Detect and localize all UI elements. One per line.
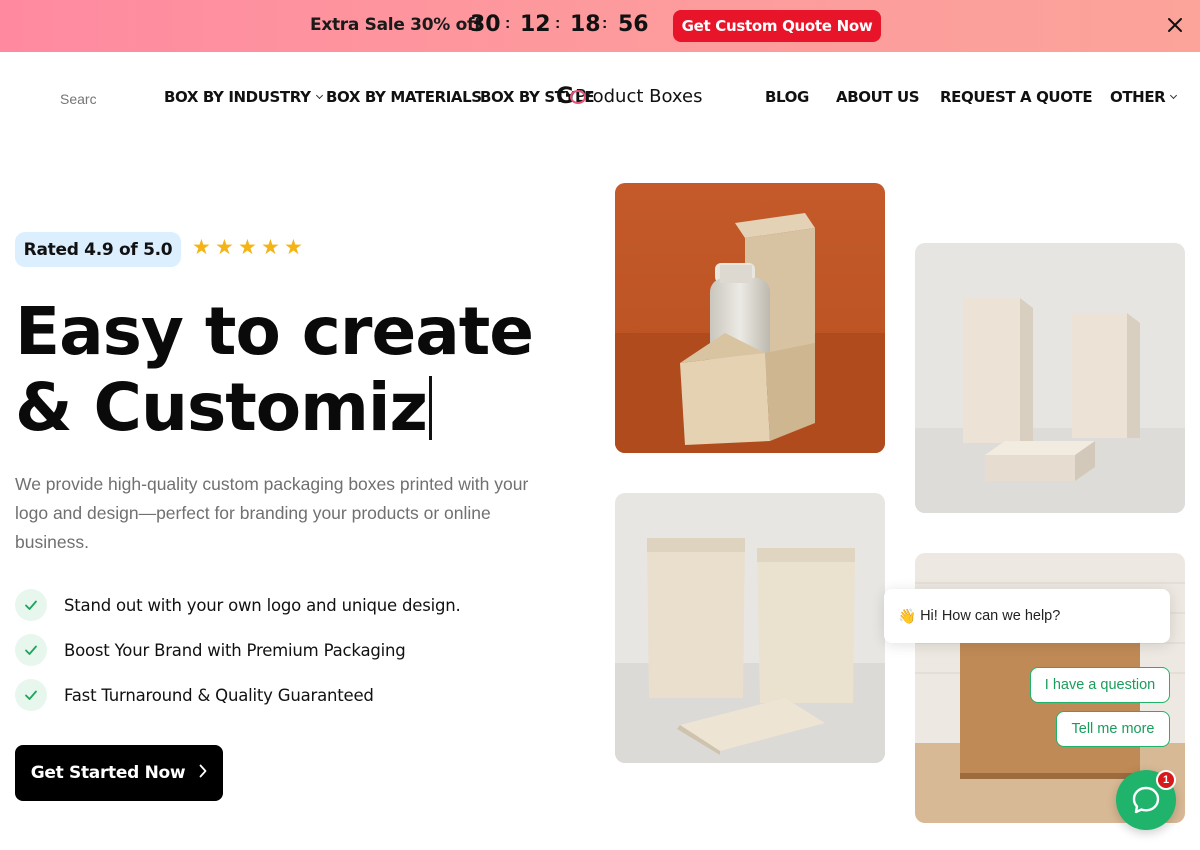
chat-option-question[interactable]: I have a question: [1030, 667, 1170, 703]
nav-item-label: BLOG: [765, 88, 809, 106]
chevron-down-icon: [315, 91, 323, 99]
typing-caret: [428, 376, 432, 440]
countdown-separator: :: [555, 15, 561, 32]
chat-notification-badge: 1: [1156, 770, 1176, 790]
logo-mark: G: [556, 84, 586, 109]
countdown-days: 30: [470, 12, 501, 37]
feature-item: Boost Your Brand with Premium Packaging: [15, 634, 406, 666]
rating-badge: Rated 4.9 of 5.0: [15, 232, 181, 267]
star-icon: ★: [261, 236, 280, 259]
get-custom-quote-button[interactable]: Get Custom Quote Now: [673, 10, 881, 42]
waving-hand-icon: 👋: [898, 608, 917, 625]
hero-description: We provide high-quality custom packaging…: [15, 474, 529, 552]
chat-icon: [1132, 786, 1160, 814]
chat-option-tell-more[interactable]: Tell me more: [1056, 711, 1170, 747]
check-icon: [15, 634, 47, 666]
chevron-down-icon: [1170, 91, 1178, 99]
countdown-hours: 12: [520, 12, 551, 37]
site-logo[interactable]: G Product Boxes: [556, 84, 703, 109]
countdown-separator: :: [505, 15, 511, 32]
get-started-button[interactable]: Get Started Now: [15, 745, 223, 801]
logo-text: Product Boxes: [575, 86, 703, 107]
nav-about-us[interactable]: ABOUT US: [836, 88, 920, 106]
bottle-in-kraft-box-image: [615, 183, 885, 453]
nav-box-by-materials[interactable]: BOX BY MATERIALS: [326, 88, 482, 106]
nav-blog[interactable]: BLOG: [765, 88, 809, 106]
star-icon: ★: [192, 236, 211, 259]
nav-box-by-industry[interactable]: BOX BY INDUSTRY: [164, 88, 323, 106]
countdown-minutes: 18: [570, 12, 601, 37]
close-icon[interactable]: [1164, 14, 1186, 36]
promo-text: Extra Sale 30% off: [310, 15, 482, 35]
search-input[interactable]: [60, 88, 96, 110]
chat-greeting-bubble: 👋 Hi! How can we help?: [884, 589, 1170, 643]
feature-text: Boost Your Brand with Premium Packaging: [64, 640, 406, 660]
nav-other[interactable]: OTHER: [1110, 88, 1178, 106]
nav-item-label: REQUEST A QUOTE: [940, 88, 1093, 106]
feature-item: Fast Turnaround & Quality Guaranteed: [15, 679, 374, 711]
nav-request-a-quote[interactable]: REQUEST A QUOTE: [940, 88, 1093, 106]
white-boxes-image: [915, 243, 1185, 513]
nav-item-label: OTHER: [1110, 88, 1166, 106]
rating-stars: ★ ★ ★ ★ ★: [192, 236, 304, 259]
countdown-separator: :: [602, 15, 608, 32]
star-icon: ★: [215, 236, 234, 259]
check-icon: [15, 589, 47, 621]
headline-line-2: & Customiz: [15, 370, 533, 446]
nav-item-label: BOX BY INDUSTRY: [164, 88, 311, 106]
kraft-pouches-image: [615, 493, 885, 763]
feature-text: Fast Turnaround & Quality Guaranteed: [64, 685, 374, 705]
hero-headline: Easy to create & Customiz: [15, 293, 534, 446]
star-icon: ★: [284, 236, 303, 259]
chat-greeting-text: Hi! How can we help?: [920, 608, 1061, 624]
promo-bar: Extra Sale 30% off 30 : 12 : 18 : 56 Get…: [0, 0, 1200, 52]
feature-item: Stand out with your own logo and unique …: [15, 589, 461, 621]
check-icon: [15, 679, 47, 711]
feature-text: Stand out with your own logo and unique …: [64, 595, 461, 615]
nav-item-label: ABOUT US: [836, 88, 920, 106]
chevron-right-icon: [199, 763, 207, 783]
countdown-seconds: 56: [618, 12, 649, 37]
cta-label: Get Started Now: [30, 763, 186, 783]
nav-item-label: BOX BY MATERIALS: [326, 88, 482, 106]
headline-line-1: Easy to create: [15, 293, 534, 370]
star-icon: ★: [238, 236, 257, 259]
